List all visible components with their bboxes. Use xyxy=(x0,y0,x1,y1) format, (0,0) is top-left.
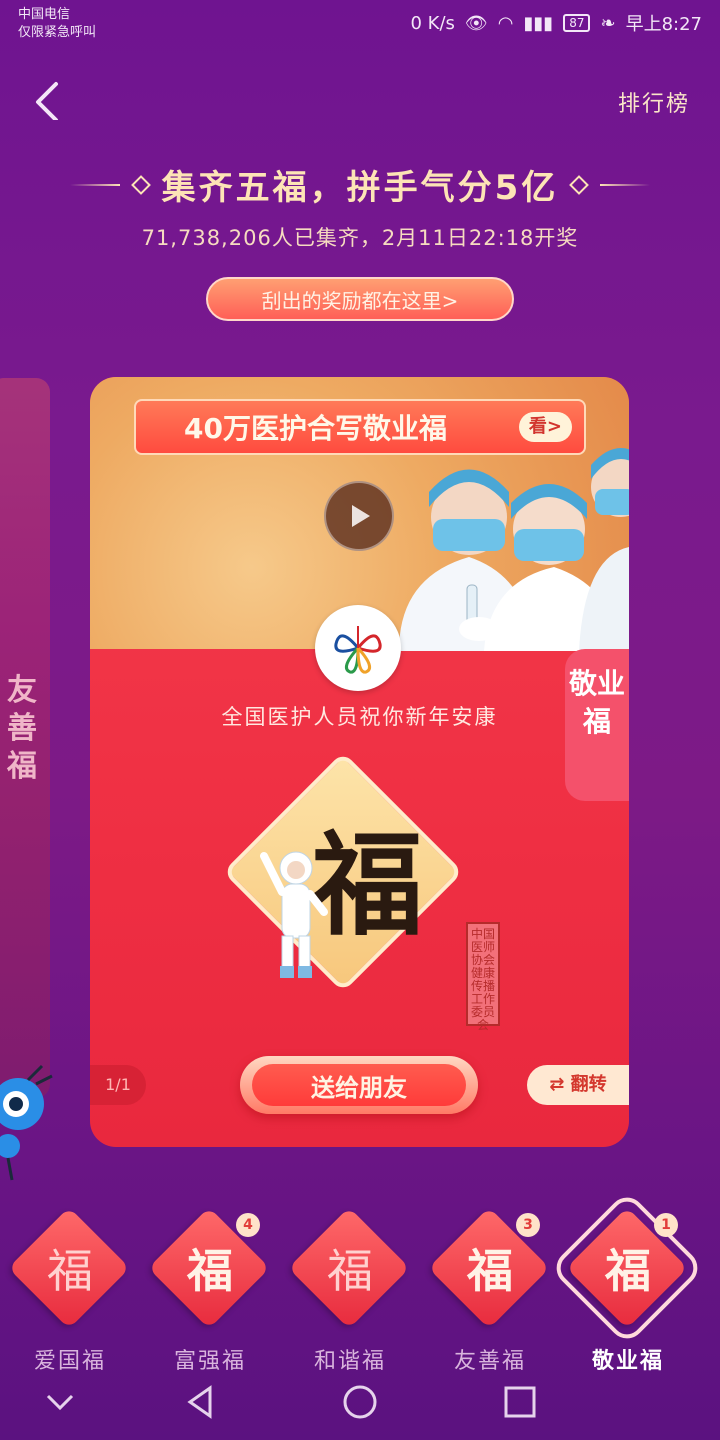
title-diamond-right xyxy=(569,174,590,195)
nav-recents-icon[interactable] xyxy=(500,1382,540,1422)
tab-fu-char: 福 xyxy=(187,1244,233,1298)
tab-fu-char: 福 xyxy=(605,1244,651,1298)
nav-back-icon[interactable] xyxy=(180,1382,220,1422)
tab-youshan-fu[interactable]: 福 3 友善福 xyxy=(420,1205,560,1375)
reward-button[interactable]: 刮出的奖励都在这里> xyxy=(206,277,514,321)
play-button[interactable] xyxy=(324,481,394,551)
signal-icon: ▮▮▮ xyxy=(523,12,554,34)
page-title: 集齐五福，拼手气分5亿 xyxy=(161,168,559,208)
tab-fu-char: 福 xyxy=(47,1244,93,1298)
watch-button[interactable]: 看> xyxy=(518,412,572,442)
network-speed: 0 K/s xyxy=(410,12,455,34)
collected-count-text: 71,738,206人已集齐，2月11日22:18开奖 xyxy=(141,226,579,250)
carrier-note: 仅限紧急呼叫 xyxy=(18,25,97,40)
tab-aiguo-fu[interactable]: 福 爱国福 xyxy=(0,1205,140,1375)
flip-icon: ⇄ xyxy=(549,1074,571,1095)
card-greeting: 全国医护人员祝你新年安康 xyxy=(221,705,498,729)
card-count: 1/1 xyxy=(90,1065,146,1105)
fu-tabs: 福 爱国福 福 4 富强福 福 和谐福 福 3 友善福 福 1 敬业福 xyxy=(0,1190,720,1375)
association-logo xyxy=(315,605,401,691)
title-row: 集齐五福，拼手气分5亿 xyxy=(0,160,720,209)
carrier-name: 中国电信 xyxy=(18,7,71,22)
tab-fu-char: 福 xyxy=(467,1244,513,1298)
play-icon xyxy=(352,505,370,527)
tab-count-badge: 3 xyxy=(516,1213,540,1237)
title-diamond-left xyxy=(130,174,151,195)
tab-hexie-fu[interactable]: 福 和谐福 xyxy=(280,1205,420,1375)
status-bar-right: 0 K/s 👁 ◠ ▮▮▮ 87 ❧ 早上8:27 xyxy=(410,10,702,36)
title-line-left xyxy=(69,183,120,186)
nav-home-icon[interactable] xyxy=(340,1382,380,1422)
send-to-friend-label: 送给朋友 xyxy=(252,1064,466,1106)
tab-jingye-fu[interactable]: 福 1 敬业福 xyxy=(549,1190,705,1375)
tab-fuqiang-fu[interactable]: 福 4 富强福 xyxy=(140,1205,280,1375)
back-button[interactable] xyxy=(30,80,70,122)
leaf-icon: ❧ xyxy=(600,12,616,34)
side-card-left-label: 友善福 xyxy=(7,673,37,784)
flip-button[interactable]: ⇄ 翻转 xyxy=(527,1065,629,1105)
send-to-friend-button[interactable]: 送给朋友 xyxy=(240,1056,478,1114)
ant-mascot-icon[interactable] xyxy=(0,1064,54,1184)
clock: 早上8:27 xyxy=(625,14,702,35)
back-arrow-icon xyxy=(36,82,58,122)
banner-ribbon[interactable]: 40万医护合写敬业福 看> xyxy=(134,399,586,455)
status-bar-left: 中国电信 仅限紧急呼叫 xyxy=(18,6,96,42)
nav-hide-icon[interactable] xyxy=(40,1382,80,1422)
banner-text: 40万医护合写敬业福 xyxy=(184,412,447,445)
fu-card[interactable]: 40万医护合写敬业福 看> 全国医护人员祝你新年安康 敬业福 福 中国医师协会 … xyxy=(90,377,629,1147)
system-nav-bar xyxy=(0,1370,720,1430)
ranking-link[interactable]: 排行榜 xyxy=(618,86,690,118)
association-seal: 中国医师协会 健康传播工作委员会 xyxy=(466,922,500,1032)
card-type-tag: 敬业福 xyxy=(565,649,629,801)
flip-label: 翻转 xyxy=(570,1074,607,1095)
eye-icon: 👁 xyxy=(464,12,488,34)
tab-count-badge: 4 xyxy=(236,1213,260,1237)
flower-logo-icon xyxy=(334,626,382,674)
tab-count-badge: 1 xyxy=(654,1213,678,1237)
wifi-icon: ◠ xyxy=(497,12,514,34)
tab-fu-char: 福 xyxy=(327,1244,373,1298)
battery-icon: 87 xyxy=(563,14,591,32)
title-line-right xyxy=(600,183,651,186)
medical-worker-figure xyxy=(260,851,328,978)
